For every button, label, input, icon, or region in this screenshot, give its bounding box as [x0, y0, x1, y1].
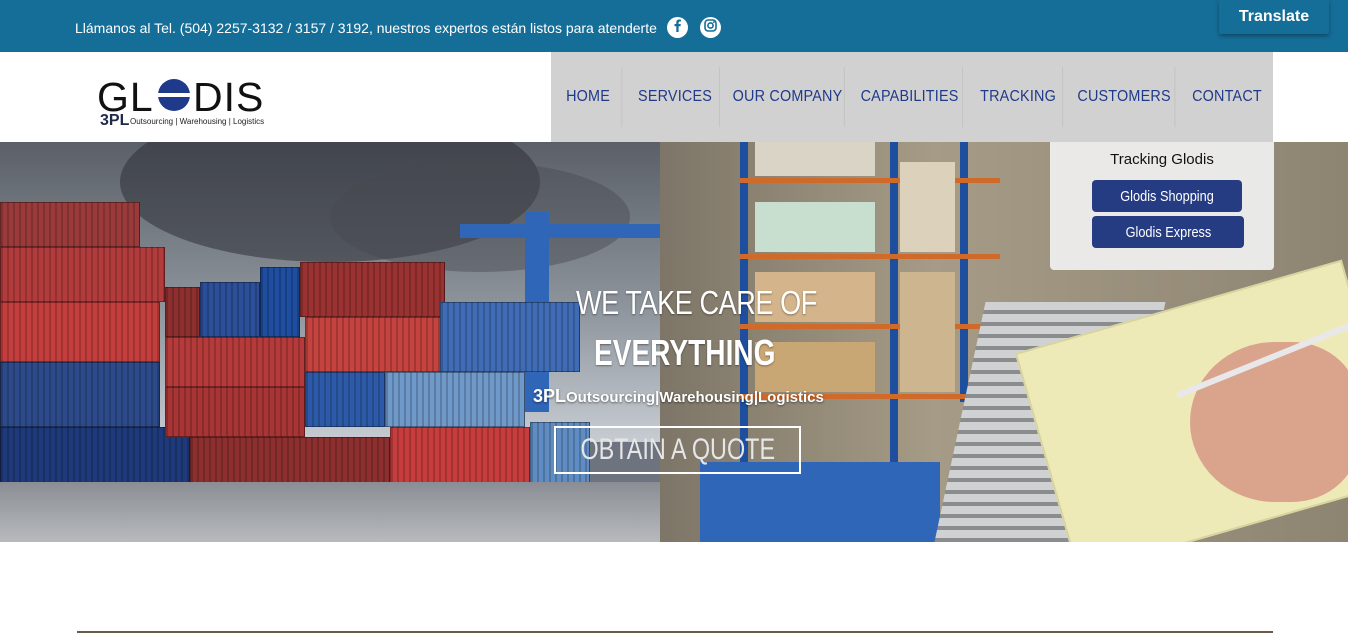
glodis-express-label: Glodis Express — [1125, 223, 1211, 241]
logo-word-part: GL — [97, 74, 154, 117]
hand — [1190, 342, 1348, 502]
main-nav: HOME SERVICES OUR COMPANY CAPABILITIES T… — [551, 52, 1273, 142]
container — [165, 337, 305, 387]
container — [260, 267, 300, 337]
container — [0, 247, 165, 302]
obtain-quote-label: OBTAIN A QUOTE — [580, 433, 775, 466]
container — [0, 362, 160, 427]
rack-beam — [740, 178, 1000, 183]
container — [305, 317, 445, 372]
instagram-link[interactable] — [700, 17, 721, 38]
nav-customers[interactable]: CUSTOMERS — [1074, 67, 1176, 127]
translate-button[interactable]: Translate — [1219, 0, 1329, 34]
tracking-dropdown: Tracking Glodis Glodis Shopping Glodis E… — [1050, 142, 1274, 270]
glodis-express-button[interactable]: Glodis Express — [1092, 216, 1244, 248]
logo-mark: GL DIS — [97, 74, 264, 117]
container — [165, 387, 305, 437]
nav-services[interactable]: SERVICES — [631, 67, 721, 127]
container — [300, 262, 445, 317]
container — [200, 282, 260, 337]
contact-phone-text: Llámanos al Tel. (504) 2257-3132 / 3157 … — [75, 20, 657, 36]
instagram-icon — [700, 15, 721, 41]
container — [0, 302, 160, 362]
nav-home[interactable]: HOME — [555, 67, 623, 127]
hero-subtitle: 3PLOutsourcing|Warehousing|Logistics — [533, 386, 824, 407]
hero-subtitle-rest: Outsourcing|Warehousing|Logistics — [566, 389, 824, 406]
rack-post — [890, 142, 898, 472]
rack-beam — [740, 324, 1000, 329]
shelf-boxes — [900, 162, 955, 252]
shelf-boxes — [900, 272, 955, 392]
facebook-link[interactable] — [667, 17, 688, 38]
nav-our-company[interactable]: OUR COMPANY — [731, 67, 845, 127]
container — [385, 372, 525, 427]
rack-beam — [740, 254, 1000, 259]
svg-text:DIS: DIS — [193, 74, 264, 117]
hero-title-line2: EVERYTHING — [594, 332, 776, 373]
shelf-boxes — [755, 202, 875, 252]
container — [440, 302, 580, 372]
container — [305, 372, 385, 427]
nav-capabilities[interactable]: CAPABILITIES — [857, 67, 964, 127]
obtain-quote-button[interactable]: OBTAIN A QUOTE — [554, 426, 801, 474]
glodis-logo[interactable]: GL DIS 3PL Outsourcing | Warehousing | L… — [97, 73, 272, 129]
hero-title-line1: WE TAKE CARE OF — [576, 284, 817, 321]
tracking-dropdown-title: Tracking Glodis — [1110, 151, 1214, 168]
hero-subtitle-prefix: 3PL — [533, 386, 567, 406]
cloud-shape — [330, 162, 630, 272]
glodis-shopping-label: Glodis Shopping — [1120, 187, 1214, 205]
shelf-boxes — [755, 142, 875, 176]
container — [165, 287, 200, 337]
logo-tagline: Outsourcing | Warehousing | Logistics — [130, 117, 265, 126]
nav-tracking[interactable]: TRACKING — [974, 67, 1064, 127]
top-bar: Llámanos al Tel. (504) 2257-3132 / 3157 … — [0, 0, 1348, 52]
site-header: GL DIS 3PL Outsourcing | Warehousing | L… — [0, 52, 1348, 142]
container — [0, 202, 140, 247]
logo-3pl: 3PL — [100, 112, 130, 129]
facebook-icon — [667, 15, 688, 41]
nav-contact[interactable]: CONTACT — [1186, 67, 1269, 127]
blue-bin — [700, 462, 940, 542]
glodis-shopping-button[interactable]: Glodis Shopping — [1092, 180, 1242, 212]
